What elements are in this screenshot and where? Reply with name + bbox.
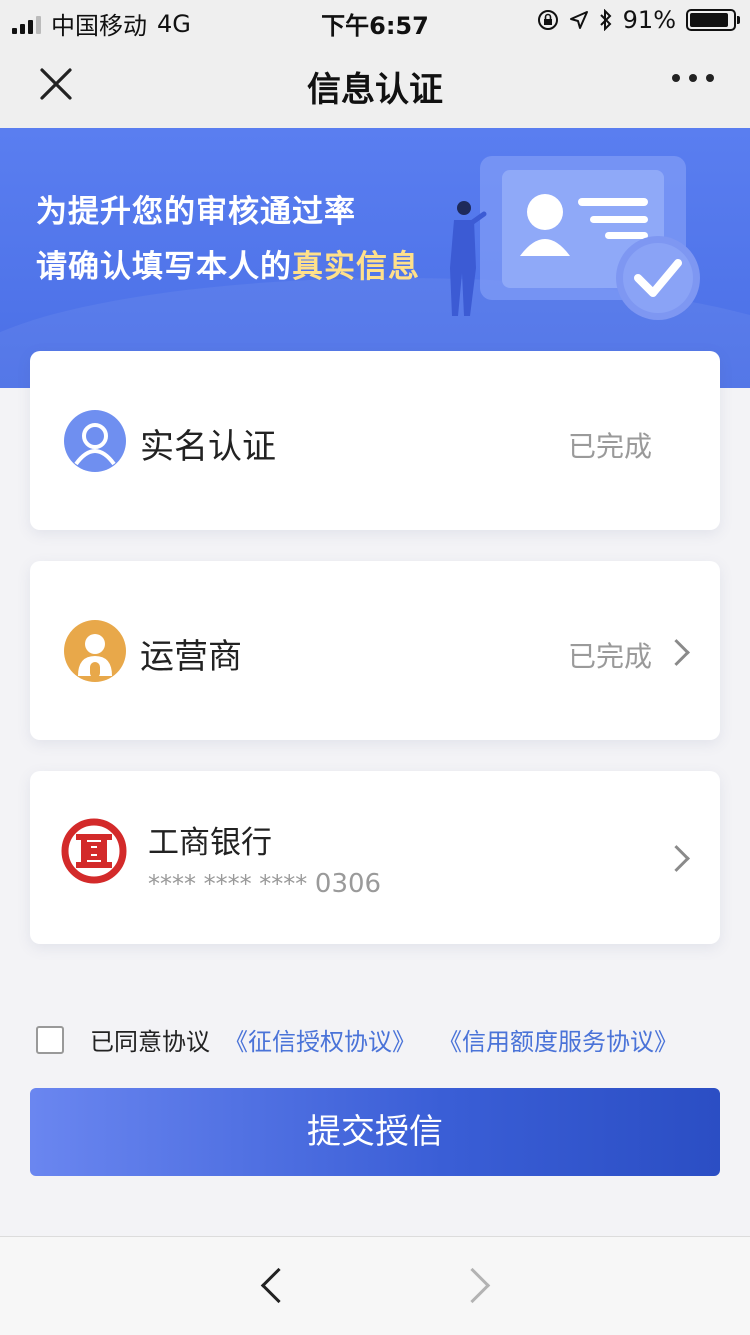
banner-highlight: 真实信息	[292, 249, 420, 285]
realname-card[interactable]: 实名认证 已完成	[30, 351, 720, 530]
operator-person-icon	[64, 620, 126, 682]
banner-line1: 为提升您的审核通过率	[36, 194, 356, 230]
page-title: 信息认证	[307, 70, 443, 110]
agreement-prefix: 已同意协议	[90, 1028, 210, 1056]
icbc-logo	[61, 818, 127, 884]
chevron-right-icon	[663, 845, 690, 872]
bank-card[interactable]: 工商银行 **** **** **** 0306	[30, 771, 720, 944]
forward-arrow-icon[interactable]	[454, 1267, 491, 1304]
agreement-row: 已同意协议 《征信授权协议》 《信用额度服务协议》	[36, 1022, 678, 1057]
more-icon[interactable]	[672, 74, 714, 82]
credit-auth-agreement-link[interactable]: 《征信授权协议》	[224, 1022, 416, 1057]
realname-status: 已完成	[567, 430, 652, 463]
nav-bar: 信息认证	[0, 40, 750, 128]
id-card-illustration	[450, 156, 700, 320]
bank-name: 工商银行	[148, 825, 272, 861]
person-icon	[64, 410, 126, 472]
bank-card-number: **** **** **** 0306	[148, 869, 381, 899]
banner: 为提升您的审核通过率 请确认填写本人的真实信息	[0, 128, 750, 388]
bluetooth-icon	[599, 9, 612, 31]
realname-label: 实名认证	[140, 427, 276, 467]
chevron-right-icon	[663, 639, 690, 666]
credit-service-agreement-link[interactable]: 《信用额度服务协议》	[438, 1022, 678, 1057]
submit-button[interactable]: 提交授信	[30, 1088, 720, 1176]
operator-card[interactable]: 运营商 已完成	[30, 561, 720, 740]
status-bar: 中国移动 4G 下午6:57 91%	[0, 0, 750, 40]
card-mask: **** **** ****	[148, 870, 308, 898]
back-arrow-icon[interactable]	[260, 1267, 297, 1304]
status-right: 91%	[537, 6, 740, 34]
bottom-toolbar	[0, 1236, 750, 1335]
battery-icon	[686, 9, 740, 31]
rotation-lock-icon	[537, 10, 558, 30]
location-icon	[569, 11, 588, 29]
agree-checkbox[interactable]	[36, 1025, 64, 1054]
banner-line2: 请确认填写本人的真实信息	[36, 241, 420, 286]
battery-percent: 91%	[622, 6, 676, 34]
operator-label: 运营商	[140, 637, 242, 677]
operator-status: 已完成	[567, 640, 652, 673]
banner-line2-prefix: 请确认填写本人的	[36, 249, 292, 285]
card-last4: 0306	[314, 869, 382, 899]
